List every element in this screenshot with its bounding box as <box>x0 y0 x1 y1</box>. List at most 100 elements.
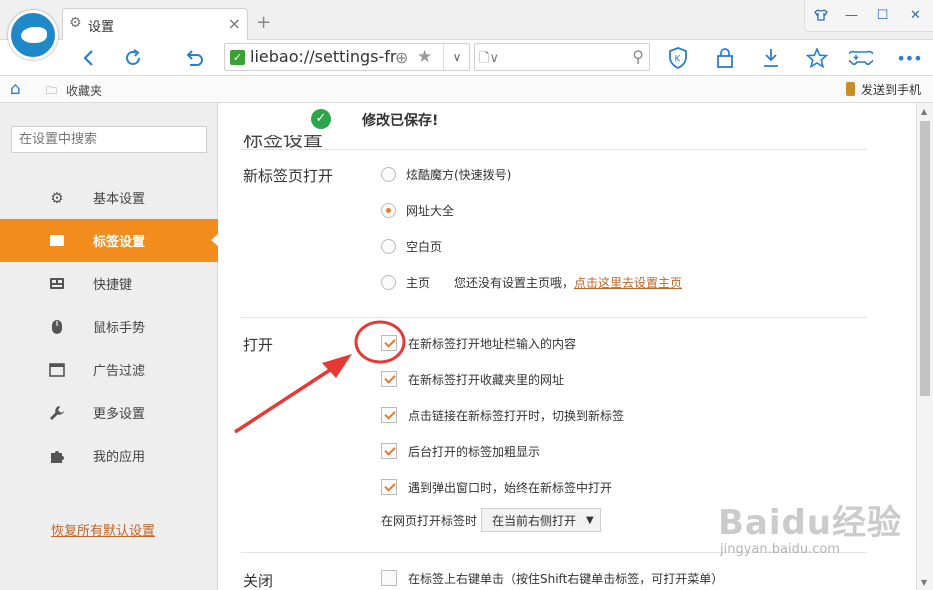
radio-button-selected[interactable] <box>381 202 396 218</box>
option-label: 遇到弹出窗口时，始终在新标签中打开 <box>408 480 613 495</box>
search-icon[interactable]: ⚲ <box>632 47 644 66</box>
checkbox-checked[interactable] <box>381 443 397 459</box>
sidebar-item-label: 标签设置 <box>93 235 146 250</box>
tab-position-value: 在当前右侧打开 <box>492 513 577 528</box>
new-tab-option[interactable]: 网址大全 <box>381 200 454 220</box>
radio-button[interactable] <box>381 274 396 290</box>
checkbox-checked[interactable] <box>381 407 397 423</box>
open-option[interactable]: 在新标签打开收藏夹里的网址 <box>381 369 564 389</box>
sidebar-item-ad-filter[interactable]: 广告过滤 <box>0 348 218 391</box>
open-option[interactable]: 遇到弹出窗口时，始终在新标签中打开 <box>381 477 612 497</box>
svg-text:K: K <box>675 55 682 65</box>
lock-icon[interactable] <box>711 44 739 72</box>
gamepad-icon[interactable] <box>847 44 875 72</box>
close-option[interactable]: 在标签上右键单击（按住Shift右键单击标签，可打开菜单） <box>381 568 723 588</box>
download-icon[interactable] <box>757 44 785 72</box>
close-window-button[interactable]: ✕ <box>898 0 933 30</box>
scroll-down-icon[interactable]: ▼ <box>921 578 927 587</box>
tab-settings[interactable]: ⚙ 设置 × <box>62 8 248 40</box>
checkbox[interactable] <box>381 570 397 586</box>
sidebar-item-my-apps[interactable]: 我的应用 <box>0 434 218 477</box>
sidebar-item-tabs[interactable]: 标签设置 <box>0 219 219 262</box>
new-tab-icon[interactable]: + <box>256 12 271 33</box>
option-label: 炫酷魔方(快速拨号) <box>406 167 512 182</box>
scroll-thumb[interactable] <box>920 121 930 396</box>
sidebar-item-label: 我的应用 <box>93 450 146 465</box>
address-dropdown-icon[interactable]: ∨ <box>443 44 470 70</box>
compass-icon[interactable]: ⊕ <box>395 48 408 67</box>
tab-position-select[interactable]: 在当前右侧打开 ▼ <box>481 508 601 532</box>
favorite-star-icon[interactable]: ★ <box>417 47 432 67</box>
secure-check-icon: ✓ <box>230 50 245 65</box>
search-box[interactable]: 🗋∨ ⚲ <box>474 43 650 71</box>
bookmarks-folder[interactable]: 收藏夹 <box>66 82 102 99</box>
more-menu-icon[interactable]: ••• <box>895 44 923 72</box>
tab-position-label: 在网页打开标签时 <box>381 513 478 528</box>
sidebar-item-basic[interactable]: ⚙ 基本设置 <box>0 176 218 219</box>
sidebar-item-shortcuts[interactable]: 快捷键 <box>0 262 218 305</box>
window-icon <box>49 362 65 378</box>
dropdown-arrow-icon: ▼ <box>586 514 594 526</box>
open-option[interactable]: 在新标签打开地址栏输入的内容 <box>381 333 576 353</box>
scrollbar[interactable]: ▲ ▼ <box>916 103 933 590</box>
set-homepage-link[interactable]: 点击这里去设置主页 <box>574 274 682 291</box>
option-label: 在标签上右键单击（按住Shift右键单击标签，可打开菜单） <box>408 571 724 586</box>
address-text[interactable]: liebao://settings-frame/tabs <box>250 47 398 66</box>
puzzle-icon <box>49 448 65 464</box>
settings-sidebar: ⚙ 基本设置 标签设置 快捷键 鼠标手势 广告过滤 更多设置 我的应 <box>0 103 219 590</box>
open-option[interactable]: 点击链接在新标签打开时，切换到新标签 <box>381 405 624 425</box>
section-divider <box>241 149 867 150</box>
refresh-icon[interactable] <box>119 44 147 72</box>
tab-position-row: 在网页打开标签时 在当前右侧打开 ▼ <box>381 508 601 532</box>
saved-message: 修改已保存! <box>362 113 439 129</box>
maximize-button[interactable]: ☐ <box>867 0 898 30</box>
search-engine-icon[interactable]: 🗋∨ <box>479 49 499 71</box>
gear-icon: ⚙ <box>69 15 82 31</box>
checkbox-checked[interactable] <box>381 371 397 387</box>
section-divider <box>241 552 867 553</box>
radio-button[interactable] <box>381 238 396 254</box>
send-to-phone-label: 发送到手机 <box>860 83 921 97</box>
option-label: 在新标签打开收藏夹里的网址 <box>408 372 565 387</box>
close-group-label: 关闭 <box>243 572 274 590</box>
undo-icon[interactable] <box>180 44 208 72</box>
gear-icon: ⚙ <box>50 188 64 207</box>
minimize-button[interactable]: — <box>836 0 867 30</box>
option-label: 网址大全 <box>406 203 455 218</box>
address-bar[interactable]: ✓ liebao://settings-frame/tabs ⊕ ★ ∨ <box>224 43 470 71</box>
new-tab-option[interactable]: 主页 您还没有设置主页哦， 点击这里去设置主页 <box>381 272 682 292</box>
sidebar-item-label: 广告过滤 <box>93 364 146 379</box>
new-tab-option[interactable]: 空白页 <box>381 236 442 256</box>
shield-icon[interactable]: K <box>664 44 692 72</box>
section-divider <box>241 317 867 318</box>
star-icon[interactable] <box>803 44 831 72</box>
checkbox-checked[interactable] <box>381 335 397 351</box>
wrench-icon <box>49 405 65 421</box>
radio-button[interactable] <box>381 166 396 182</box>
scroll-up-icon[interactable]: ▲ <box>921 107 927 116</box>
open-option[interactable]: 后台打开的标签加粗显示 <box>381 441 540 461</box>
sidebar-item-label: 基本设置 <box>93 192 146 207</box>
sidebar-item-label: 快捷键 <box>93 278 133 293</box>
sidebar-item-label: 更多设置 <box>93 407 146 422</box>
send-to-phone-button[interactable]: 发送到手机 <box>845 81 921 98</box>
back-icon[interactable] <box>74 44 102 72</box>
nav-bar: ✓ liebao://settings-frame/tabs ⊕ ★ ∨ 🗋∨ … <box>0 40 933 76</box>
settings-content: 标签设置 ✓ 修改已保存! 新标签页打开 炫酷魔方(快速拨号) 网址大全 空白页… <box>219 103 916 590</box>
checkbox-checked[interactable] <box>381 479 397 495</box>
check-circle-icon: ✓ <box>311 109 331 129</box>
homepage-note: 您还没有设置主页哦， <box>454 275 575 290</box>
keyboard-icon <box>49 276 65 292</box>
new-tab-option[interactable]: 炫酷魔方(快速拨号) <box>381 164 511 184</box>
sidebar-item-more-settings[interactable]: 更多设置 <box>0 391 218 434</box>
settings-search-input[interactable] <box>11 126 207 153</box>
option-label: 点击链接在新标签打开时，切换到新标签 <box>408 408 625 423</box>
close-tab-icon[interactable]: × <box>228 14 241 33</box>
liebao-logo[interactable] <box>8 10 58 60</box>
tab-title: 设置 <box>88 20 115 35</box>
saved-notification: ✓ 修改已保存! <box>219 103 916 135</box>
sidebar-item-mouse-gestures[interactable]: 鼠标手势 <box>0 305 218 348</box>
restore-defaults-link[interactable]: 恢复所有默认设置 <box>51 520 155 539</box>
skin-icon[interactable] <box>805 0 836 30</box>
home-icon[interactable]: ⌂ <box>10 79 21 99</box>
